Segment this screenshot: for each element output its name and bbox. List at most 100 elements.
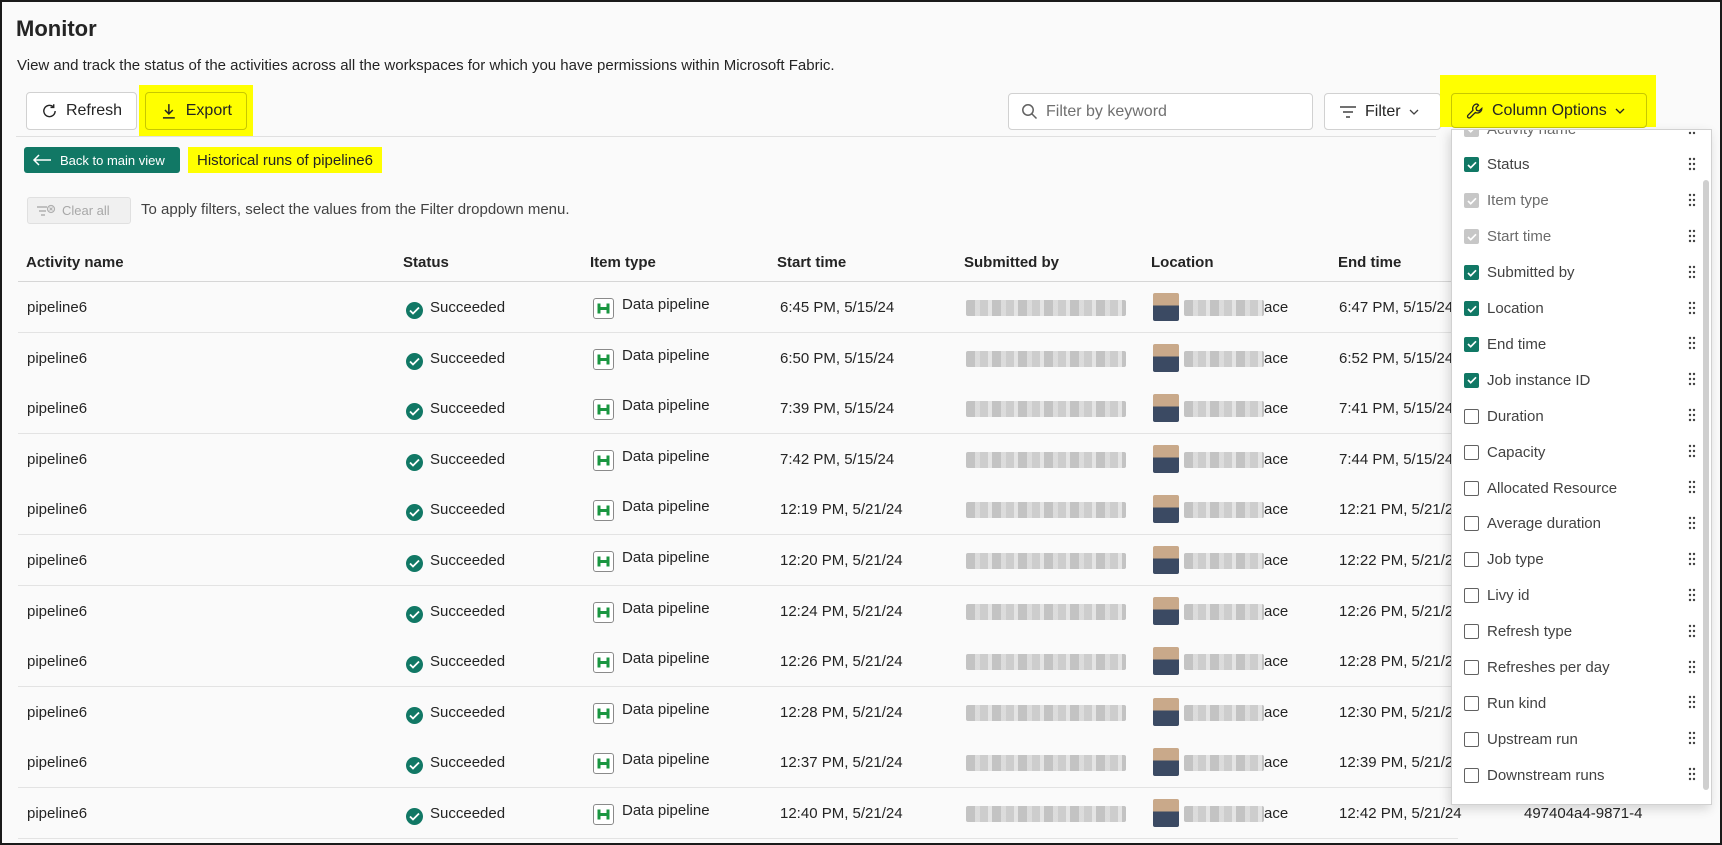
activity-name-cell[interactable]: pipeline6 [27, 805, 87, 822]
column-option-item[interactable]: Livy id [1464, 581, 1696, 611]
location-suffix[interactable]: ace [1264, 603, 1288, 620]
back-to-main-view-button[interactable]: Back to main view [24, 147, 180, 173]
column-header-submitted-by[interactable]: Submitted by [964, 254, 1059, 271]
column-options-button[interactable]: Column Options [1451, 93, 1647, 128]
location-suffix[interactable]: ace [1264, 805, 1288, 822]
column-option-item[interactable]: Upstream run [1464, 724, 1696, 754]
refresh-button[interactable]: Refresh [26, 92, 137, 130]
column-option-item[interactable]: Run kind [1464, 688, 1696, 718]
location-suffix[interactable]: ace [1264, 552, 1288, 569]
activity-name-cell[interactable]: pipeline6 [27, 552, 87, 569]
drag-handle-icon[interactable] [1688, 552, 1696, 566]
checkbox[interactable] [1464, 767, 1479, 783]
checkbox[interactable] [1464, 731, 1479, 747]
drag-handle-icon[interactable] [1688, 480, 1696, 494]
location-suffix[interactable]: ace [1264, 299, 1288, 316]
table-row[interactable]: pipeline6 Succeeded Data pipeline 6:45 PM, … [18, 282, 1458, 333]
activity-name-cell[interactable]: pipeline6 [27, 704, 87, 721]
table-row[interactable]: pipeline6 Succeeded Data pipeline 12:37 PM,… [18, 737, 1462, 789]
checkbox[interactable] [1464, 444, 1479, 460]
column-option-item[interactable]: Location [1464, 294, 1696, 324]
checkbox[interactable] [1464, 516, 1479, 532]
drag-handle-icon[interactable] [1688, 157, 1696, 171]
export-button[interactable]: Export [145, 92, 247, 130]
table-row[interactable]: pipeline6 Succeeded Data pipeline 12:26 PM,… [18, 636, 1462, 688]
table-row[interactable]: pipeline6 Succeeded Data pipeline 7:39 PM, … [18, 383, 1458, 435]
location-suffix[interactable]: ace [1264, 501, 1288, 518]
drag-handle-icon[interactable] [1688, 129, 1696, 135]
checkbox[interactable] [1464, 660, 1479, 675]
drag-handle-icon[interactable] [1688, 336, 1696, 350]
location-suffix[interactable]: ace [1264, 653, 1288, 670]
activity-name-cell[interactable]: pipeline6 [27, 603, 87, 620]
column-option-item[interactable]: Downstream runs [1464, 760, 1696, 790]
clear-all-button[interactable]: Clear all [27, 197, 131, 224]
checkbox[interactable] [1464, 336, 1479, 352]
column-option-item[interactable]: Capacity [1464, 437, 1696, 467]
column-option-item[interactable]: Allocated Resource [1464, 473, 1696, 503]
column-option-item[interactable]: Submitted by [1464, 258, 1696, 288]
drag-handle-icon[interactable] [1688, 444, 1696, 458]
column-option-item[interactable]: Duration [1464, 401, 1696, 431]
search-input[interactable] [1046, 102, 1296, 121]
table-row[interactable]: pipeline6 Succeeded Data pipeline 12:19 PM,… [18, 484, 1462, 536]
column-header-end-time[interactable]: End time [1338, 254, 1401, 271]
checkbox[interactable] [1464, 624, 1479, 640]
table-row[interactable]: pipeline6 Succeeded Data pipeline 12:20 PM,… [18, 535, 1462, 586]
column-header-item-type[interactable]: Item type [590, 254, 656, 271]
table-row[interactable]: pipeline6 Succeeded Data pipeline 6:50 PM, … [18, 332, 1458, 384]
drag-handle-icon[interactable] [1688, 372, 1696, 386]
column-option-item[interactable]: Status [1464, 150, 1696, 180]
column-header-start-time[interactable]: Start time [777, 254, 846, 271]
checkbox[interactable] [1464, 157, 1479, 173]
checkbox[interactable] [1464, 265, 1479, 281]
activity-name-cell[interactable]: pipeline6 [27, 754, 87, 771]
activity-name-cell[interactable]: pipeline6 [27, 451, 87, 468]
search-box[interactable] [1008, 93, 1313, 130]
column-option-item[interactable]: Refreshes per day [1464, 653, 1696, 683]
drag-handle-icon[interactable] [1688, 408, 1696, 422]
drag-handle-icon[interactable] [1688, 229, 1696, 243]
location-suffix[interactable]: ace [1264, 451, 1288, 468]
checkbox[interactable] [1464, 372, 1479, 388]
checkbox[interactable] [1464, 552, 1479, 568]
dropdown-scrollbar[interactable] [1703, 180, 1709, 790]
table-row[interactable]: pipeline6 Succeeded Data pipeline 7:42 PM, … [18, 433, 1458, 485]
drag-handle-icon[interactable] [1688, 731, 1696, 745]
activity-name-cell[interactable]: pipeline6 [27, 350, 87, 367]
column-option-item[interactable]: Average duration [1464, 509, 1696, 539]
table-row[interactable]: pipeline6 Succeeded Data pipeline 12:24 PM,… [18, 585, 1462, 637]
checkbox[interactable] [1464, 588, 1479, 604]
checkbox[interactable] [1464, 408, 1479, 424]
drag-handle-icon[interactable] [1688, 588, 1696, 602]
checkbox[interactable] [1464, 301, 1479, 316]
drag-handle-icon[interactable] [1688, 767, 1696, 781]
drag-handle-icon[interactable] [1688, 265, 1696, 279]
table-row[interactable]: pipeline6 Succeeded Data pipeline 12:40 PM,… [18, 788, 1642, 839]
activity-name-cell[interactable]: pipeline6 [27, 299, 87, 316]
location-suffix[interactable]: ace [1264, 400, 1288, 417]
location-suffix[interactable]: ace [1264, 704, 1288, 721]
column-header-status[interactable]: Status [403, 254, 449, 271]
checkbox[interactable] [1464, 695, 1479, 711]
column-header-activity-name[interactable]: Activity name [26, 254, 124, 271]
table-row[interactable]: pipeline6 Succeeded Data pipeline 12:28 PM,… [18, 686, 1462, 738]
column-option-item[interactable]: Refresh type [1464, 617, 1696, 647]
column-option-item[interactable]: End time [1464, 329, 1696, 359]
drag-handle-icon[interactable] [1688, 301, 1696, 315]
activity-name-cell[interactable]: pipeline6 [27, 400, 87, 417]
drag-handle-icon[interactable] [1688, 193, 1696, 207]
drag-handle-icon[interactable] [1688, 516, 1696, 530]
activity-name-cell[interactable]: pipeline6 [27, 501, 87, 518]
activity-name-cell[interactable]: pipeline6 [27, 653, 87, 670]
column-option-item[interactable]: Job instance ID [1464, 365, 1696, 395]
drag-handle-icon[interactable] [1688, 695, 1696, 709]
drag-handle-icon[interactable] [1688, 660, 1696, 674]
location-suffix[interactable]: ace [1264, 350, 1288, 367]
filter-button[interactable]: Filter [1324, 93, 1441, 130]
drag-handle-icon[interactable] [1688, 624, 1696, 638]
column-option-item[interactable]: Job type [1464, 545, 1696, 575]
column-header-location[interactable]: Location [1151, 254, 1214, 271]
location-suffix[interactable]: ace [1264, 754, 1288, 771]
checkbox[interactable] [1464, 480, 1479, 496]
